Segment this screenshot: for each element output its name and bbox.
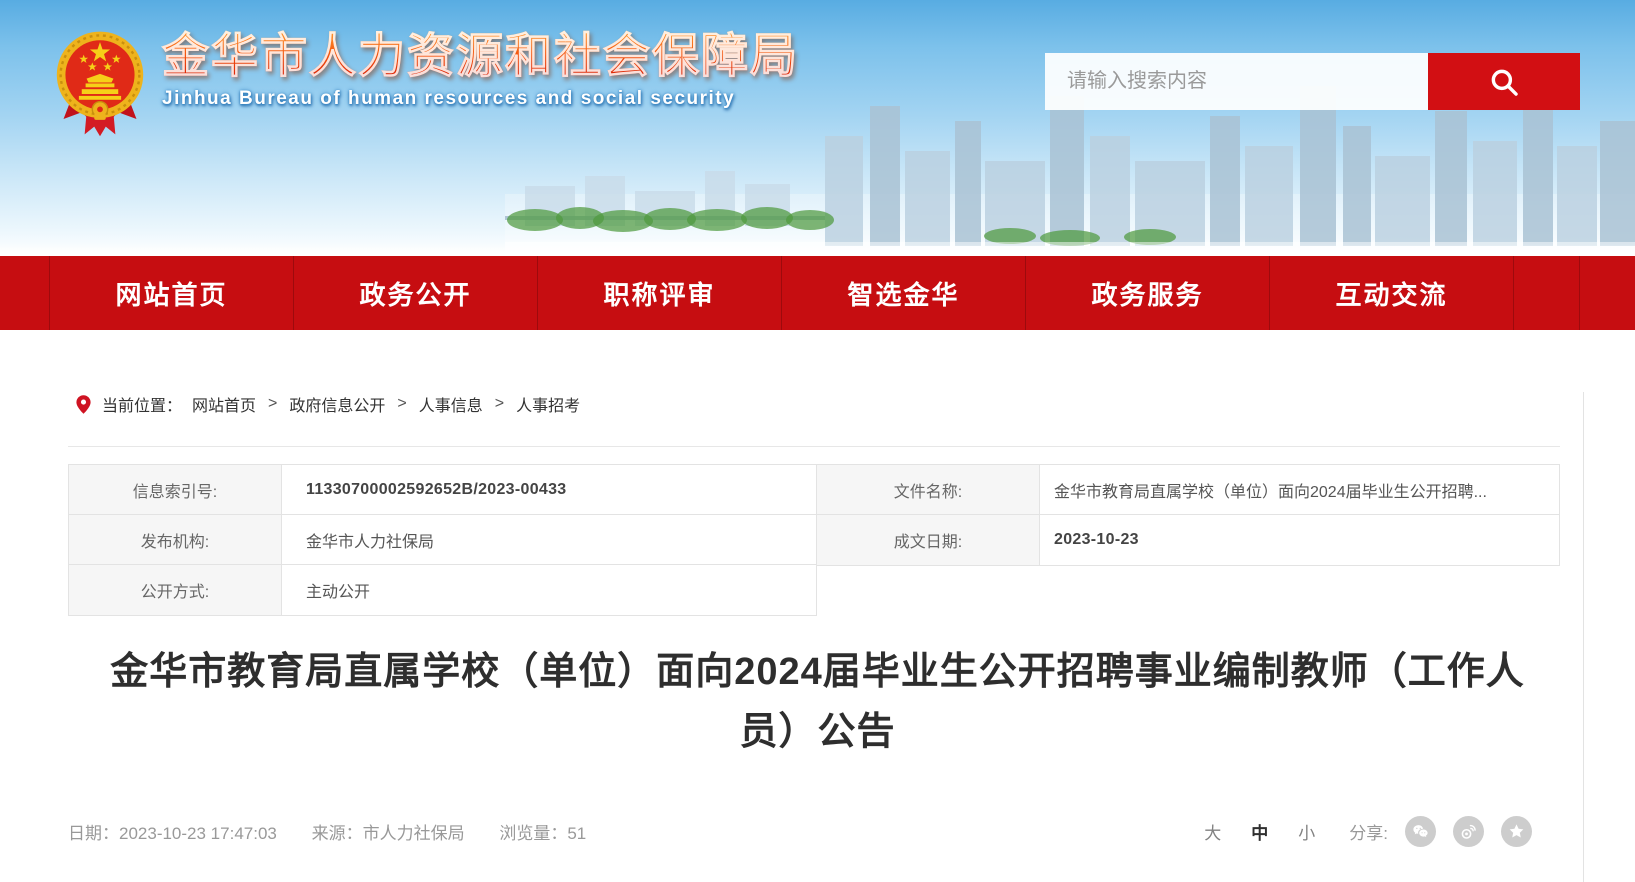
nav-item-zhixuan-jinhua[interactable]: 智选金华 (782, 256, 1026, 330)
brand-text: 金华市人力资源和社会保障局 Jinhua Bureau of human res… (162, 24, 799, 110)
article-meta-row: 日期：2023-10-23 17:47:03 来源：市人力社保局 浏览量：51 … (68, 816, 1532, 847)
content-area: 当前位置： 网站首页 > 政府信息公开 > 人事信息 > 人事招考 信息索引号:… (0, 392, 1635, 882)
site-header: 金华市人力资源和社会保障局 Jinhua Bureau of human res… (0, 0, 1635, 256)
table-top-rule (68, 446, 1560, 447)
index-number-value: 11330700002592652B/2023-00433 (306, 480, 567, 498)
search-button[interactable] (1428, 53, 1580, 110)
article-tools: 大 中 小 分享: (1174, 816, 1532, 847)
site-title: 金华市人力资源和社会保障局 (162, 29, 799, 82)
nav-spacer-left (0, 256, 50, 330)
info-table-left: 信息索引号: 11330700002592652B/2023-00433 发布机… (68, 464, 817, 616)
nav-item-gov-disclosure[interactable]: 政务公开 (294, 256, 538, 330)
font-size-large-button[interactable]: 大 (1204, 819, 1221, 844)
issuing-agency-label: 发布机构: (69, 515, 282, 564)
nav-item-home[interactable]: 网站首页 (50, 256, 294, 330)
share-weibo-icon[interactable] (1453, 816, 1484, 847)
breadcrumb-separator: > (268, 395, 278, 412)
search-icon (1491, 69, 1518, 96)
breadcrumb-separator: > (494, 395, 505, 412)
article-meta: 日期：2023-10-23 17:47:03 来源：市人力社保局 浏览量：51 (68, 819, 616, 844)
meta-date: 日期：2023-10-23 17:47:03 (68, 824, 277, 843)
issuing-agency-value: 金华市人力社保局 (306, 533, 435, 551)
share-qzone-star-icon[interactable] (1501, 816, 1532, 847)
breadcrumb-item-home[interactable]: 网站首页 (192, 392, 256, 416)
meta-source: 来源：市人力社保局 (311, 824, 465, 843)
breadcrumb-item-recruitment[interactable]: 人事招考 (516, 392, 580, 416)
nav-item-gov-services[interactable]: 政务服务 (1026, 256, 1270, 330)
main-nav: 网站首页 政务公开 职称评审 智选金华 政务服务 互动交流 (0, 256, 1635, 330)
info-table-right: 文件名称: 金华市教育局直属学校（单位）面向2024届毕业生公开招聘... 成文… (817, 464, 1560, 566)
share-label: 分享: (1349, 824, 1388, 843)
breadcrumb-prefix: 当前位置： (102, 398, 183, 415)
content-right-rule (1583, 392, 1584, 882)
breadcrumb-item-info-disclosure[interactable]: 政府信息公开 (289, 392, 385, 416)
search-input[interactable] (1045, 53, 1428, 110)
nav-spacer-right (1514, 256, 1580, 330)
nav-spacer-end (1580, 256, 1635, 330)
site-search (1045, 53, 1580, 110)
file-name-label: 文件名称: (817, 465, 1040, 514)
location-pin-icon (76, 394, 91, 414)
font-size-medium-button[interactable]: 中 (1251, 819, 1268, 844)
table-row: 成文日期: 2023-10-23 (817, 515, 1559, 565)
site-logo-brand[interactable]: 金华市人力资源和社会保障局 Jinhua Bureau of human res… (52, 24, 799, 140)
document-date-value: 2023-10-23 (1054, 531, 1139, 548)
document-date-label: 成文日期: (817, 515, 1040, 565)
meta-views: 浏览量：51 (499, 824, 587, 843)
disclosure-method-label: 公开方式: (69, 565, 282, 615)
table-row: 信息索引号: 11330700002592652B/2023-00433 (69, 465, 816, 515)
index-number-label: 信息索引号: (69, 465, 282, 514)
national-emblem-icon (56, 31, 144, 137)
table-row: 文件名称: 金华市教育局直属学校（单位）面向2024届毕业生公开招聘... (817, 465, 1559, 515)
disclosure-method-value: 主动公开 (306, 584, 371, 601)
nav-item-title-review[interactable]: 职称评审 (538, 256, 782, 330)
share-wechat-icon[interactable] (1405, 816, 1436, 847)
table-row: 发布机构: 金华市人力社保局 (69, 515, 816, 565)
file-name-value: 金华市教育局直属学校（单位）面向2024届毕业生公开招聘... (1054, 483, 1487, 501)
page: 金华市人力资源和社会保障局 Jinhua Bureau of human res… (0, 0, 1635, 882)
site-subtitle: Jinhua Bureau of human resources and soc… (162, 87, 736, 109)
document-info-tables: 信息索引号: 11330700002592652B/2023-00433 发布机… (68, 464, 1560, 616)
nav-item-interaction[interactable]: 互动交流 (1270, 256, 1514, 330)
font-size-small-button[interactable]: 小 (1298, 819, 1315, 844)
breadcrumb-item-personnel-info[interactable]: 人事信息 (419, 392, 483, 416)
table-row: 公开方式: 主动公开 (69, 565, 816, 615)
breadcrumb-separator: > (397, 395, 407, 412)
breadcrumb: 当前位置： 网站首页 > 政府信息公开 > 人事信息 > 人事招考 (75, 392, 1635, 416)
article-title: 金华市教育局直属学校（单位）面向2024届毕业生公开招聘事业编制教师（工作人员）… (110, 651, 1525, 753)
